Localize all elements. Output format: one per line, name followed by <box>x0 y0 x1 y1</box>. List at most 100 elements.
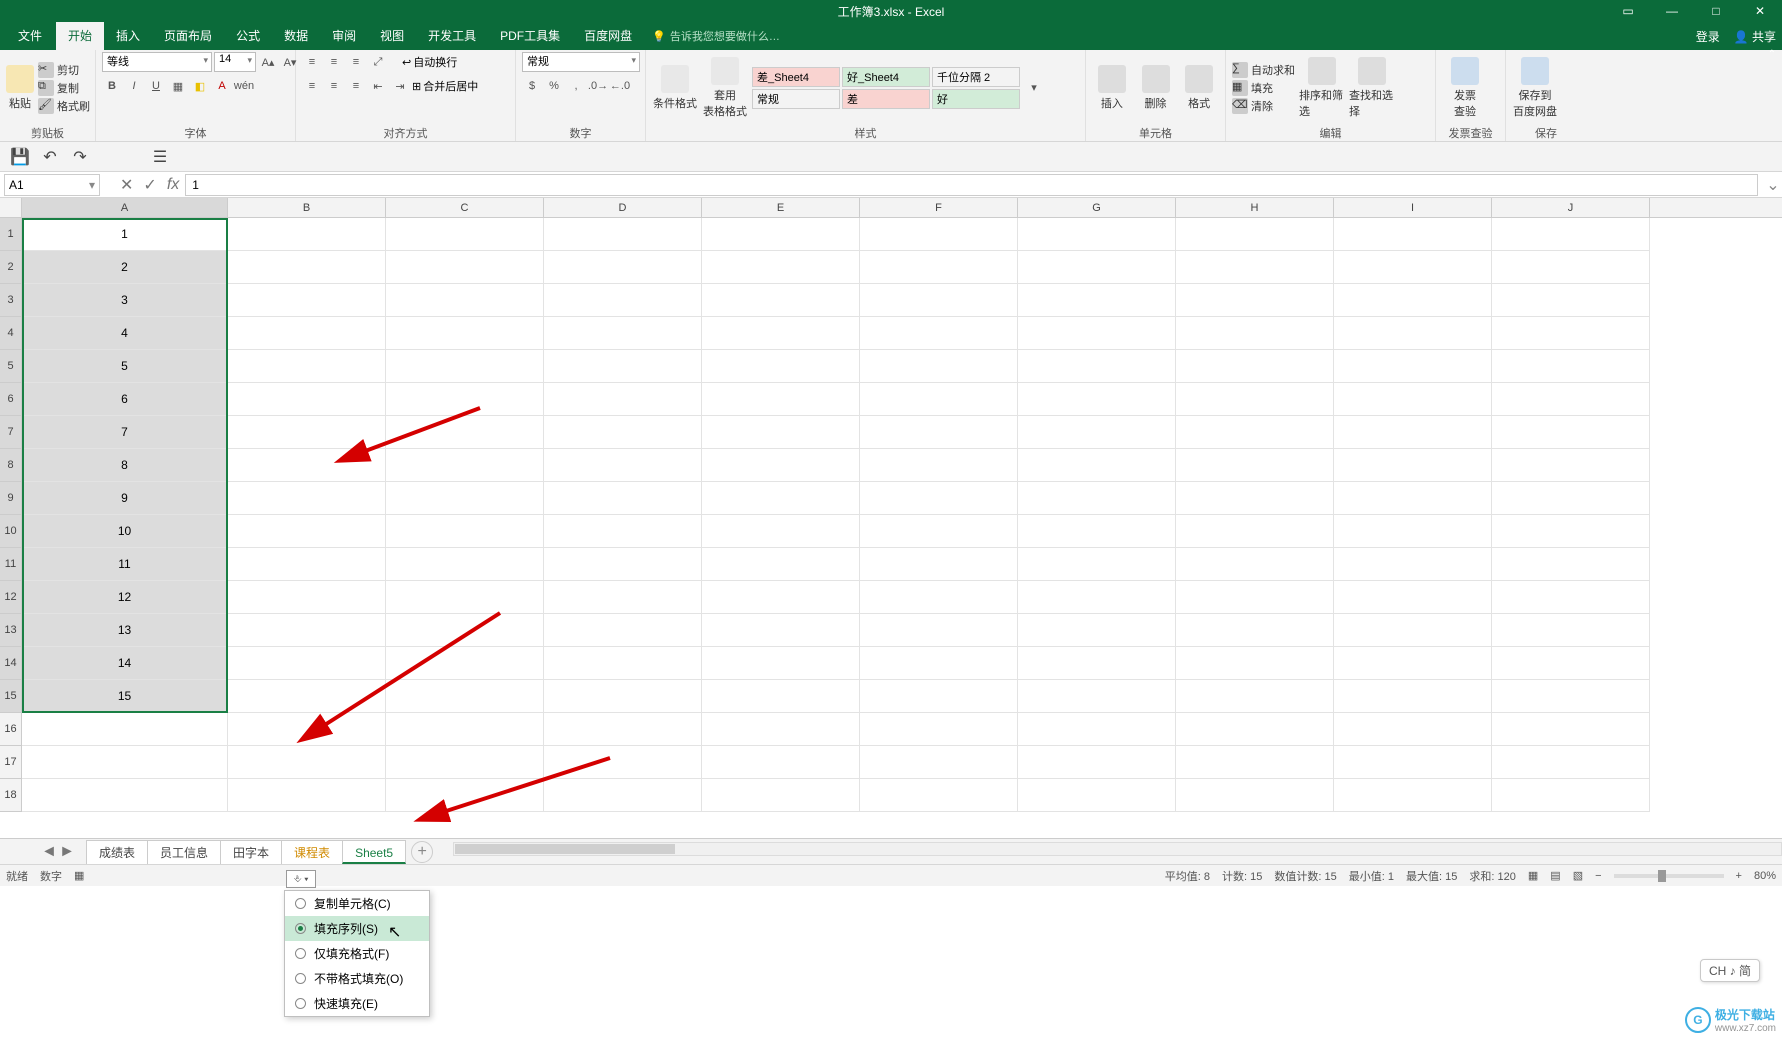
cell[interactable]: 15 <box>22 680 228 713</box>
cell[interactable] <box>1176 746 1334 779</box>
format-painter-button[interactable]: 🖌格式刷 <box>38 98 90 114</box>
row-header[interactable]: 1 <box>0 218 22 251</box>
sort-filter-button[interactable]: 排序和筛选 <box>1299 57 1345 119</box>
cell[interactable] <box>1176 515 1334 548</box>
cell[interactable] <box>1176 218 1334 251</box>
align-center-icon[interactable]: ≡ <box>324 76 344 96</box>
cell[interactable]: 1 <box>22 218 228 251</box>
col-header-A[interactable]: A <box>22 198 228 217</box>
scrollbar-thumb[interactable] <box>455 844 675 854</box>
cell[interactable]: 12 <box>22 581 228 614</box>
qat-touchmode-icon[interactable]: ☰ <box>150 147 170 167</box>
cell[interactable] <box>1176 251 1334 284</box>
new-sheet-button[interactable]: + <box>411 841 433 863</box>
tab-data[interactable]: 数据 <box>272 22 320 50</box>
row-header[interactable]: 13 <box>0 614 22 647</box>
bold-button[interactable]: B <box>102 76 122 96</box>
cell[interactable] <box>1176 713 1334 746</box>
cell[interactable] <box>1334 713 1492 746</box>
cell[interactable] <box>386 581 544 614</box>
underline-button[interactable]: U <box>146 76 166 96</box>
horizontal-scrollbar[interactable] <box>453 842 1782 856</box>
autofill-no-format[interactable]: 不带格式填充(O) <box>285 966 429 991</box>
cell[interactable] <box>1018 251 1176 284</box>
find-select-button[interactable]: 查找和选择 <box>1349 57 1395 119</box>
cell[interactable] <box>544 449 702 482</box>
cell[interactable] <box>544 581 702 614</box>
cell[interactable] <box>1492 218 1650 251</box>
save-baidu-button[interactable]: 保存到 百度网盘 <box>1512 57 1558 119</box>
cell[interactable] <box>702 746 860 779</box>
cell[interactable] <box>702 581 860 614</box>
row-header[interactable]: 6 <box>0 383 22 416</box>
cell[interactable] <box>860 746 1018 779</box>
cell[interactable] <box>702 383 860 416</box>
cell[interactable] <box>1492 515 1650 548</box>
tell-me-search[interactable]: 💡 告诉我您想要做什么… <box>652 28 780 44</box>
autofill-options-button[interactable]: ⎀ ▾ <box>286 870 316 888</box>
cell[interactable] <box>228 284 386 317</box>
cell[interactable] <box>544 284 702 317</box>
accounting-format-icon[interactable]: $ <box>522 76 542 96</box>
copy-button[interactable]: ⧉复制 <box>38 80 90 96</box>
cell[interactable] <box>386 383 544 416</box>
cell[interactable] <box>1018 548 1176 581</box>
cell[interactable] <box>702 284 860 317</box>
cell[interactable] <box>702 680 860 713</box>
col-header-E[interactable]: E <box>702 198 860 217</box>
cell[interactable] <box>1176 779 1334 812</box>
tab-formulas[interactable]: 公式 <box>224 22 272 50</box>
cell[interactable] <box>386 515 544 548</box>
cell[interactable] <box>1492 317 1650 350</box>
style-good[interactable]: 好 <box>932 89 1020 109</box>
cell[interactable] <box>386 746 544 779</box>
row-header[interactable]: 18 <box>0 779 22 812</box>
col-header-I[interactable]: I <box>1334 198 1492 217</box>
cell[interactable] <box>1176 680 1334 713</box>
zoom-out-button[interactable]: − <box>1595 870 1601 882</box>
zoom-level[interactable]: 80% <box>1754 870 1776 882</box>
cell[interactable] <box>860 515 1018 548</box>
autofill-fill-series[interactable]: 填充序列(S) <box>285 916 429 941</box>
cell[interactable] <box>544 647 702 680</box>
cell[interactable] <box>1176 482 1334 515</box>
tab-baidu-netdisk[interactable]: 百度网盘 <box>572 22 644 50</box>
cell[interactable] <box>702 218 860 251</box>
cell[interactable] <box>544 482 702 515</box>
cell[interactable] <box>1018 383 1176 416</box>
tab-developer[interactable]: 开发工具 <box>416 22 488 50</box>
cell[interactable] <box>228 416 386 449</box>
cell[interactable] <box>1334 779 1492 812</box>
col-header-B[interactable]: B <box>228 198 386 217</box>
cell[interactable] <box>702 647 860 680</box>
cell[interactable]: 3 <box>22 284 228 317</box>
cell[interactable] <box>860 317 1018 350</box>
cell[interactable] <box>386 284 544 317</box>
cell[interactable] <box>544 317 702 350</box>
cell[interactable] <box>386 251 544 284</box>
wrap-text-button[interactable]: ↩自动换行 <box>402 52 457 72</box>
row-header[interactable]: 5 <box>0 350 22 383</box>
format-as-table-button[interactable]: 套用 表格格式 <box>702 57 748 119</box>
cell[interactable] <box>1492 746 1650 779</box>
cell[interactable] <box>1176 317 1334 350</box>
cell[interactable] <box>1492 779 1650 812</box>
indent-decrease-icon[interactable]: ⇤ <box>368 76 388 96</box>
close-button[interactable]: ✕ <box>1738 0 1782 22</box>
comma-format-icon[interactable]: , <box>566 76 586 96</box>
cell[interactable] <box>702 515 860 548</box>
row-header[interactable]: 12 <box>0 581 22 614</box>
tab-home[interactable]: 开始 <box>56 22 104 50</box>
row-header[interactable]: 7 <box>0 416 22 449</box>
cell[interactable] <box>860 284 1018 317</box>
cell[interactable] <box>544 251 702 284</box>
cell[interactable] <box>386 416 544 449</box>
cell[interactable] <box>228 746 386 779</box>
tab-file[interactable]: 文件 <box>4 22 56 50</box>
align-right-icon[interactable]: ≡ <box>346 76 366 96</box>
number-format-combo[interactable]: 常规 <box>522 52 640 72</box>
col-header-J[interactable]: J <box>1492 198 1650 217</box>
cell[interactable] <box>1334 746 1492 779</box>
col-header-H[interactable]: H <box>1176 198 1334 217</box>
italic-button[interactable]: I <box>124 76 144 96</box>
